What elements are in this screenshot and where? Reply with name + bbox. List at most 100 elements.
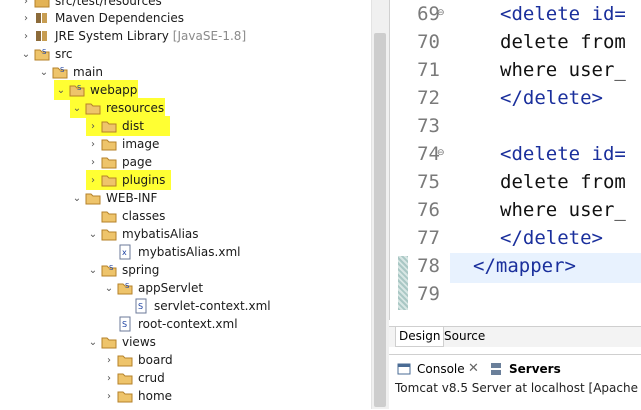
tree-item-label: appServlet <box>138 281 204 295</box>
svg-text:S: S <box>42 48 47 56</box>
code-line[interactable]: </delete> <box>500 227 603 249</box>
chevron-down-icon[interactable]: ⌄ <box>71 189 83 207</box>
tree-item-image[interactable]: › image <box>87 135 159 153</box>
tree-item-label: main <box>73 65 103 79</box>
chevron-down-icon[interactable]: ⌄ <box>71 99 83 117</box>
svg-text:S: S <box>138 302 143 311</box>
chevron-right-icon[interactable]: › <box>87 171 99 189</box>
tree-item-dist[interactable]: › dist <box>86 116 170 136</box>
scrollbar-thumb[interactable] <box>374 33 386 407</box>
tree-item-label: board <box>138 353 173 367</box>
tree-item-label: crud <box>138 371 165 385</box>
chevron-down-icon[interactable]: ⌄ <box>38 63 50 81</box>
tree-item-mybatisalias-xml[interactable]: x mybatisAlias.xml <box>117 243 240 261</box>
tree-item-classes[interactable]: classes <box>101 207 165 225</box>
line-number: 76 <box>417 199 440 221</box>
tree-item-main[interactable]: ⌄ S main <box>38 63 103 81</box>
tree-item-maven-dependencies[interactable]: › Maven Dependencies <box>20 9 184 27</box>
code-line[interactable]: delete from <box>500 31 626 53</box>
code-line[interactable]: <delete id= <box>500 3 626 25</box>
tree-item-jre-library[interactable]: › JRE System Library [JavaSE-1.8] <box>20 27 246 45</box>
folder-icon <box>101 139 117 151</box>
folder-open-icon: S <box>69 84 85 97</box>
chevron-right-icon[interactable]: › <box>20 9 32 27</box>
tree-item-webapp[interactable]: ⌄ S webapp <box>54 80 139 100</box>
code-line[interactable]: where user_ <box>500 199 626 221</box>
tree-item-label: WEB-INF <box>106 191 158 205</box>
code-line[interactable]: where user_ <box>500 59 626 81</box>
tree-item-resources[interactable]: ⌄ resources <box>70 98 166 118</box>
chevron-down-icon[interactable]: ⌄ <box>55 81 67 99</box>
chevron-right-icon[interactable]: › <box>87 117 99 135</box>
folder-icon <box>101 157 117 169</box>
svg-text:S: S <box>60 66 65 74</box>
tab-design[interactable]: Design <box>395 327 445 347</box>
tree-item-label: servlet-context.xml <box>154 299 271 313</box>
tree-item-label: image <box>122 137 160 151</box>
spring-xml-file-icon: S <box>135 298 147 314</box>
tree-item-plugins[interactable]: › plugins <box>86 170 172 190</box>
tree-scrollbar[interactable] <box>371 0 389 409</box>
folder-icon <box>101 211 117 223</box>
tab-servers[interactable]: Servers <box>509 359 561 379</box>
tab-source[interactable]: Source <box>441 327 488 346</box>
xml-editor[interactable]: 69 ⊖ <delete id= 70 delete from 71 where… <box>389 0 641 320</box>
chevron-down-icon[interactable]: ⌄ <box>103 279 115 297</box>
tree-item-label: resources <box>106 101 165 115</box>
line-number: 78 <box>417 255 440 277</box>
chevron-right-icon[interactable]: › <box>20 27 32 45</box>
code-line[interactable]: <delete id= <box>500 143 626 165</box>
code-line[interactable]: delete from <box>500 171 626 193</box>
tree-item-web-inf[interactable]: ⌄ WEB-INF <box>71 189 158 207</box>
tree-item-label: mybatisAlias.xml <box>138 245 241 259</box>
tree-item-label: page <box>122 155 152 169</box>
tree-item-label: Maven Dependencies <box>55 11 185 25</box>
chevron-right-icon[interactable]: › <box>103 387 115 405</box>
chevron-down-icon[interactable]: ⌄ <box>87 225 99 243</box>
tree-item-appservlet[interactable]: ⌄ S appServlet <box>103 279 203 297</box>
chevron-right-icon[interactable]: › <box>87 135 99 153</box>
fold-icon[interactable]: ⊖ <box>437 8 445 18</box>
folder-open-icon: S <box>34 48 50 61</box>
folder-open-icon <box>101 229 117 241</box>
spring-xml-file-icon: S <box>119 316 131 332</box>
chevron-right-icon[interactable]: › <box>103 351 115 369</box>
tree-item-page[interactable]: › page <box>87 153 152 171</box>
tree-item-src[interactable]: ⌄ S src <box>20 45 73 63</box>
line-number: 70 <box>417 31 440 53</box>
tree-item-crud[interactable]: › crud <box>103 369 165 387</box>
tab-console[interactable]: Console <box>417 359 465 379</box>
line-number: 77 <box>417 227 440 249</box>
project-explorer: › src/test/resources › Maven Dependencie… <box>0 0 371 409</box>
console-status: Tomcat v8.5 Server at localhost [Apache … <box>395 381 641 395</box>
close-icon[interactable]: ✕ <box>468 359 479 379</box>
tree-item-mybatisalias[interactable]: ⌄ mybatisAlias <box>87 225 199 243</box>
tree-item-label: spring <box>122 263 160 277</box>
line-number: 69 <box>417 3 440 25</box>
tree-item-servlet-context-xml[interactable]: S servlet-context.xml <box>133 297 271 315</box>
tree-item-home[interactable]: › home <box>103 387 172 405</box>
tree-item-spring[interactable]: ⌄ S spring <box>87 261 160 279</box>
tree-item-board[interactable]: › board <box>103 351 173 369</box>
chevron-down-icon[interactable]: ⌄ <box>87 333 99 351</box>
chevron-right-icon[interactable]: › <box>103 369 115 387</box>
line-number: 75 <box>417 171 440 193</box>
code-line[interactable]: </mapper> <box>473 255 576 277</box>
line-number: 71 <box>417 59 440 81</box>
tree-item-views[interactable]: ⌄ views <box>87 333 156 351</box>
tree-item-label: root-context.xml <box>138 317 238 331</box>
folder-icon <box>101 175 117 187</box>
tree-item-label: JRE System Library <box>55 29 169 43</box>
source-folder-icon <box>34 0 50 8</box>
fold-icon[interactable]: ⊖ <box>437 148 445 158</box>
chevron-down-icon[interactable]: ⌄ <box>20 45 32 63</box>
chevron-right-icon[interactable]: › <box>87 153 99 171</box>
code-line[interactable]: </delete> <box>500 87 603 109</box>
folder-open-icon: S <box>101 264 117 277</box>
tree-item-root-context-xml[interactable]: S root-context.xml <box>117 315 238 333</box>
xml-file-icon: x <box>119 244 131 260</box>
chevron-down-icon[interactable]: ⌄ <box>87 261 99 279</box>
console-panel: Console ✕ Servers Tomcat v8.5 Server at … <box>389 354 641 410</box>
library-icon <box>36 31 47 41</box>
svg-text:S: S <box>122 320 127 329</box>
